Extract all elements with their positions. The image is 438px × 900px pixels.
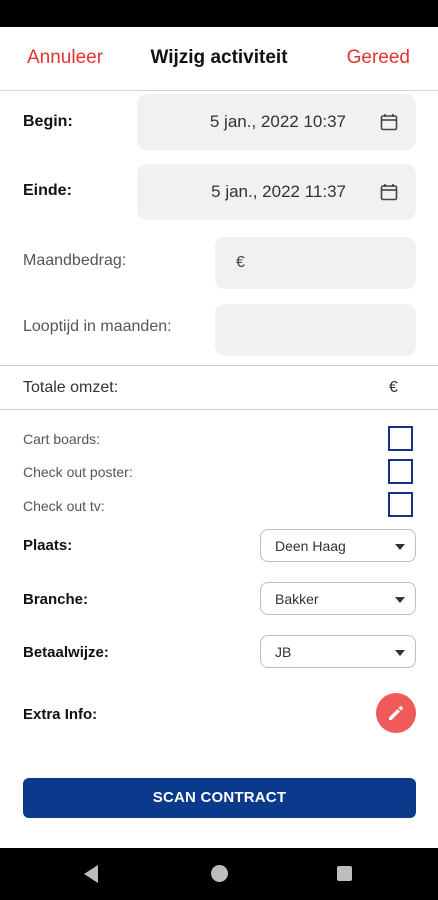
edit-extra-info-button[interactable] <box>376 693 416 733</box>
place-value: Deen Haag <box>275 538 346 554</box>
total-label: Totale omzet: <box>23 379 119 396</box>
branch-value: Bakker <box>275 591 319 607</box>
euro-prefix: € <box>236 254 245 271</box>
chevron-down-icon <box>395 544 405 550</box>
branch-select[interactable]: Bakker <box>260 582 416 615</box>
begin-label: Begin: <box>23 113 73 130</box>
cart-boards-checkbox[interactable] <box>388 426 413 451</box>
check-out-tv-label: Check out tv: <box>23 498 105 514</box>
check-out-poster-checkbox[interactable] <box>388 459 413 484</box>
divider <box>0 409 438 410</box>
duration-input[interactable] <box>229 304 379 356</box>
place-label: Plaats: <box>23 537 73 554</box>
navigation-bar <box>0 848 438 900</box>
check-out-tv-checkbox[interactable] <box>388 492 413 517</box>
done-button[interactable]: Gereed <box>347 47 410 69</box>
calendar-icon <box>380 114 398 131</box>
duration-field <box>215 304 416 356</box>
end-label: Einde: <box>23 182 72 199</box>
duration-label: Looptijd in maanden: <box>23 318 172 335</box>
total-value: € <box>389 379 398 396</box>
scan-contract-button[interactable]: SCAN CONTRACT <box>23 778 416 818</box>
end-date-value: 5 jan., 2022 11:37 <box>211 182 346 201</box>
chevron-down-icon <box>395 597 405 603</box>
check-out-poster-label: Check out poster: <box>23 464 133 480</box>
monthly-amount-label: Maandbedrag: <box>23 252 127 269</box>
chevron-down-icon <box>395 650 405 656</box>
cancel-button[interactable]: Annuleer <box>27 47 103 69</box>
back-icon[interactable] <box>84 865 98 883</box>
begin-date-value: 5 jan., 2022 10:37 <box>209 112 346 131</box>
calendar-icon <box>380 184 398 201</box>
end-date-field[interactable]: 5 jan., 2022 11:37 <box>137 164 416 220</box>
home-icon[interactable] <box>211 865 228 882</box>
payment-select[interactable]: JB <box>260 635 416 668</box>
pencil-icon <box>389 706 403 720</box>
monthly-amount-field: € <box>215 237 416 289</box>
branch-label: Branche: <box>23 591 89 608</box>
payment-value: JB <box>275 644 292 660</box>
monthly-amount-input[interactable] <box>255 237 405 289</box>
payment-label: Betaalwijze: <box>23 644 109 661</box>
divider <box>0 365 438 366</box>
place-select[interactable]: Deen Haag <box>260 529 416 562</box>
recents-icon[interactable] <box>337 866 352 881</box>
status-bar <box>0 0 438 27</box>
header: Annuleer Wijzig activiteit Gereed <box>0 27 438 91</box>
extra-info-label: Extra Info: <box>23 706 98 723</box>
cart-boards-label: Cart boards: <box>23 431 101 447</box>
begin-date-field[interactable]: 5 jan., 2022 10:37 <box>137 94 416 150</box>
